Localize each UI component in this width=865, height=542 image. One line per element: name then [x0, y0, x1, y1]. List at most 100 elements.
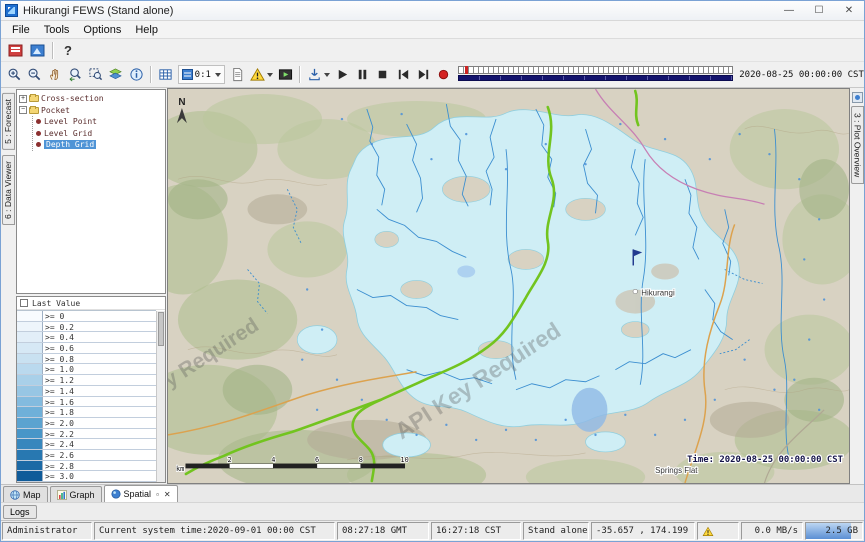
tree-children: Level Point Level Grid Depth Grid — [32, 116, 164, 151]
layers-button[interactable] — [106, 64, 126, 85]
legend-scroll-thumb[interactable] — [158, 312, 164, 346]
toolbar-separator — [150, 66, 151, 83]
legend-label: >= 0 — [43, 311, 66, 321]
tab-data-viewer[interactable]: 6 : Data Viewer — [2, 155, 15, 225]
zoom-in-button[interactable] — [4, 64, 24, 85]
interval-dropdown[interactable]: 0:1 — [178, 65, 225, 84]
legend-header: Last Value — [17, 297, 165, 310]
memory-usage-label: 2.5 GB — [825, 526, 858, 536]
close-button[interactable]: ✕ — [834, 1, 864, 20]
explorer-icon — [30, 43, 45, 58]
tree-leaf-level-point[interactable]: Level Point — [36, 116, 164, 128]
collapse-icon[interactable]: − — [19, 106, 27, 114]
legend-row: >= 2.6 — [17, 450, 156, 461]
minimize-button[interactable]: — — [774, 1, 804, 20]
legend-row: >= 0.4 — [17, 332, 156, 343]
pause-button[interactable] — [352, 64, 372, 85]
report-button[interactable] — [227, 64, 247, 85]
menu-tools[interactable]: Tools — [37, 23, 77, 37]
undock-tab-icon[interactable]: ▫ — [156, 490, 159, 499]
expand-icon[interactable]: + — [19, 95, 27, 103]
status-gmt-time: 08:27:18 GMT — [337, 522, 429, 540]
info-button[interactable] — [126, 64, 146, 85]
legend-row: >= 0.6 — [17, 343, 156, 354]
legend-label: >= 1.0 — [43, 364, 76, 374]
maximize-button[interactable]: ☐ — [804, 1, 834, 20]
legend-row: >= 2.2 — [17, 429, 156, 440]
svg-text:8: 8 — [359, 456, 363, 464]
close-tab-icon[interactable]: ✕ — [164, 490, 171, 499]
skip-to-start-icon — [396, 67, 411, 82]
warning-icon — [702, 526, 714, 537]
tree-node-pocket[interactable]: − Pocket — [19, 105, 164, 117]
map-time-label: Time: 2020-08-25 00:00:00 CST — [687, 454, 843, 465]
animation-export-button[interactable] — [275, 64, 295, 85]
tab-forecast[interactable]: 5 : Forecast — [2, 93, 15, 150]
tree-leaf-label: Level Grid — [44, 129, 92, 138]
last-value-checkbox[interactable] — [20, 299, 28, 307]
menu-options[interactable]: Options — [76, 23, 128, 37]
tab-map[interactable]: Map — [3, 486, 48, 502]
legend-row: >= 1.8 — [17, 407, 156, 418]
tab-spatial[interactable]: Spatial ▫ ✕ — [104, 485, 178, 502]
status-coordinates: -35.657 , 174.199 — [591, 522, 695, 540]
legend-scrollbar[interactable] — [156, 311, 165, 482]
zoom-previous-button[interactable] — [65, 64, 85, 85]
download-icon — [307, 67, 322, 82]
bottom-tab-bar: Map Graph Spatial ▫ ✕ — [1, 484, 864, 502]
map-canvas[interactable]: API Key Required API Key Required Hikura… — [168, 89, 849, 483]
tree-node-cross-section[interactable]: + Cross-section — [19, 93, 164, 105]
menu-bar: File Tools Options Help — [1, 21, 864, 39]
tree-leaf-level-grid[interactable]: Level Grid — [36, 128, 164, 140]
zoom-region-button[interactable] — [85, 64, 105, 85]
stop-button[interactable] — [373, 64, 393, 85]
help-button[interactable]: ? — [57, 40, 79, 61]
legend-swatch — [17, 397, 43, 407]
record-button[interactable] — [434, 64, 454, 85]
svg-text:4: 4 — [271, 456, 275, 464]
download-dropdown[interactable] — [304, 64, 332, 85]
legend-label: >= 2.6 — [43, 450, 76, 460]
time-slider-thumb[interactable] — [465, 66, 468, 74]
application-window: Hikurangi FEWS (Stand alone) — ☐ ✕ File … — [0, 0, 865, 542]
pan-button[interactable] — [45, 64, 65, 85]
legend-label: >= 0.2 — [43, 322, 76, 332]
logs-button[interactable]: Logs — [3, 505, 37, 519]
chart-icon — [57, 490, 67, 500]
main-toolbar: ? — [1, 39, 864, 62]
tab-plot-overview[interactable]: 3 : Plot Overview — [851, 106, 864, 184]
town-label-hikurangi: Hikurangi — [641, 288, 675, 297]
legend-label: >= 0.8 — [43, 354, 76, 364]
tab-graph-label: Graph — [70, 490, 95, 500]
logs-bar: Logs — [1, 502, 864, 520]
legend-swatch — [17, 439, 43, 449]
legend-row: >= 3.0 — [17, 471, 156, 482]
last-step-button[interactable] — [413, 64, 433, 85]
grid-display-button[interactable] — [155, 64, 175, 85]
tab-graph[interactable]: Graph — [50, 486, 102, 502]
tree-leaf-label: Level Point — [44, 117, 97, 126]
legend-row: >= 1.4 — [17, 386, 156, 397]
menu-help[interactable]: Help — [128, 23, 165, 37]
database-button[interactable] — [4, 40, 26, 61]
tree-leaf-depth-grid[interactable]: Depth Grid — [36, 139, 164, 151]
zoom-out-button[interactable] — [24, 64, 44, 85]
legend-swatch — [17, 322, 43, 332]
time-slider-track[interactable] — [458, 66, 733, 74]
explorer-button[interactable] — [26, 40, 48, 61]
first-step-button[interactable] — [393, 64, 413, 85]
map-viewport[interactable]: API Key Required API Key Required Hikura… — [167, 88, 850, 484]
status-warning-cell[interactable] — [697, 522, 739, 540]
legend-swatch — [17, 450, 43, 460]
document-icon — [230, 67, 245, 82]
legend-row: >= 0 — [17, 311, 156, 322]
play-button[interactable] — [332, 64, 352, 85]
legend-label: >= 0.4 — [43, 332, 76, 342]
warnings-dropdown[interactable] — [247, 64, 275, 85]
legend-swatch — [17, 407, 43, 417]
time-slider[interactable] — [458, 66, 733, 83]
legend-swatch — [17, 354, 43, 364]
zoom-region-icon — [88, 67, 103, 82]
legend-label: >= 0.6 — [43, 343, 76, 353]
menu-file[interactable]: File — [5, 23, 37, 37]
